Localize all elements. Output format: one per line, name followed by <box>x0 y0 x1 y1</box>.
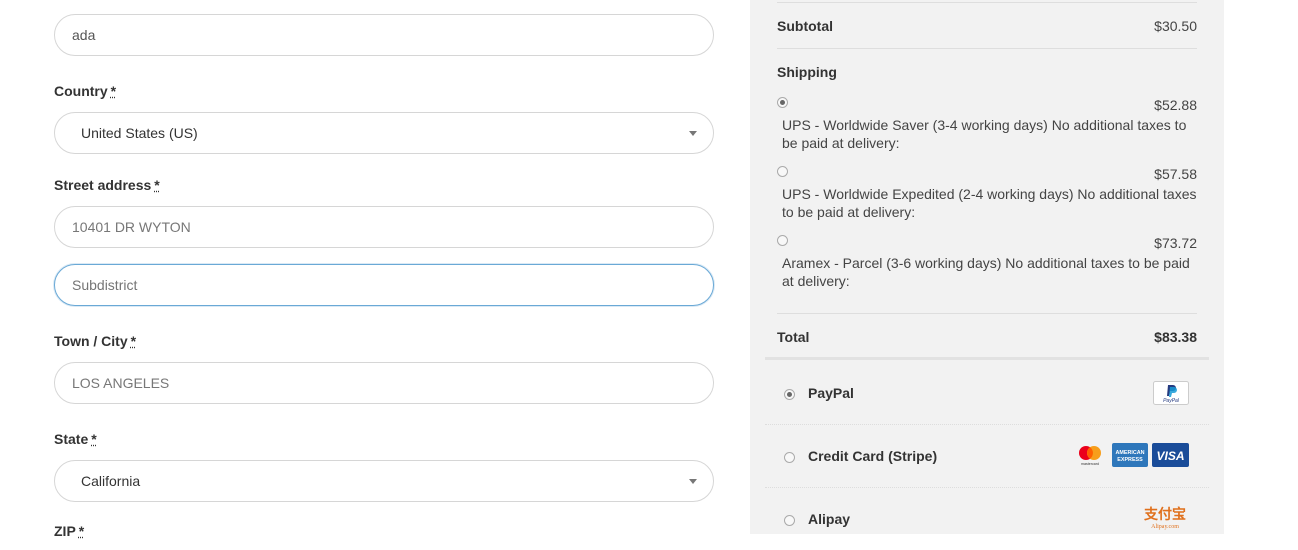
divider <box>777 2 1197 3</box>
card-logos: mastercard AMERICAN EXPRESS VISA <box>1072 443 1189 467</box>
shipping-description: UPS - Worldwide Saver (3-4 working days)… <box>782 117 1187 151</box>
state-select[interactable]: California <box>54 460 714 502</box>
subtotal-value: $30.50 <box>1154 18 1197 34</box>
billing-form: Country* United States (US) Street addre… <box>54 0 716 539</box>
payment-radio[interactable] <box>784 452 795 463</box>
shipping-radio[interactable] <box>777 97 788 108</box>
subtotal-row: Subtotal $30.50 <box>777 18 1197 34</box>
visa-logo-icon: VISA <box>1152 443 1189 467</box>
svg-text:Alipay.com: Alipay.com <box>1151 524 1179 530</box>
required-mark: * <box>130 333 137 349</box>
city-input[interactable] <box>54 362 714 404</box>
company-name-input[interactable] <box>54 14 714 56</box>
required-mark: * <box>110 83 117 99</box>
payment-label: Credit Card (Stripe) <box>808 448 938 464</box>
street-address-label: Street address * <box>54 177 160 193</box>
chevron-down-icon <box>689 131 697 136</box>
total-label: Total <box>777 329 810 345</box>
svg-text:PayPal: PayPal <box>1163 398 1180 404</box>
chevron-down-icon <box>689 479 697 484</box>
payment-label: Alipay <box>808 511 851 527</box>
payment-radio[interactable] <box>784 389 795 400</box>
svg-text:支付宝: 支付宝 <box>1143 506 1186 523</box>
svg-text:mastercard: mastercard <box>1081 462 1099 466</box>
amex-logo-icon: AMERICAN EXPRESS <box>1112 443 1148 467</box>
shipping-description: UPS - Worldwide Expedited (2-4 working d… <box>782 186 1197 220</box>
total-row: Total $83.38 <box>777 329 1197 345</box>
shipping-radio[interactable] <box>777 166 788 177</box>
required-mark: * <box>78 523 85 539</box>
payment-method-stripe[interactable]: Credit Card (Stripe) mastercard AMERICAN… <box>765 425 1209 488</box>
svg-text:VISA: VISA <box>1156 449 1184 463</box>
paypal-logo: PayPal <box>1153 381 1189 405</box>
state-select-value: California <box>81 473 141 489</box>
total-value: $83.38 <box>1154 329 1197 345</box>
divider <box>765 357 1209 360</box>
alipay-logo-icon: 支付宝 Alipay.com <box>1143 506 1186 530</box>
payment-radio[interactable] <box>784 515 795 526</box>
subtotal-label: Subtotal <box>777 18 833 34</box>
country-select-value: United States (US) <box>81 125 198 141</box>
zip-label: ZIP * <box>54 523 85 539</box>
subdistrict-input[interactable] <box>54 264 714 306</box>
order-summary: Subtotal $30.50 Shipping $52.88 UPS - Wo… <box>750 0 1224 534</box>
required-mark: * <box>154 177 160 193</box>
svg-text:AMERICAN: AMERICAN <box>1115 450 1144 456</box>
divider <box>777 48 1197 49</box>
shipping-heading: Shipping <box>777 64 1197 80</box>
shipping-price: $57.58 <box>1154 166 1197 182</box>
shipping-radio[interactable] <box>777 235 788 246</box>
alipay-logo: 支付宝 Alipay.com <box>1141 504 1189 530</box>
shipping-price: $52.88 <box>1154 97 1197 113</box>
shipping-description: Aramex - Parcel (3-6 working days) No ad… <box>782 255 1190 289</box>
mastercard-logo-icon: mastercard <box>1079 446 1101 466</box>
payment-method-alipay[interactable]: Alipay 支付宝 Alipay.com <box>765 488 1209 550</box>
svg-text:EXPRESS: EXPRESS <box>1117 457 1143 463</box>
shipping-price: $73.72 <box>1154 235 1197 251</box>
country-label: Country * <box>54 83 117 99</box>
payment-method-paypal[interactable]: PayPal PayPal <box>765 362 1209 425</box>
street-address-input[interactable] <box>54 206 714 248</box>
required-mark: * <box>91 431 97 447</box>
payment-label: PayPal <box>808 385 854 401</box>
city-label: Town / City * <box>54 333 137 349</box>
shipping-label: Shipping <box>777 64 837 80</box>
divider <box>777 313 1197 314</box>
paypal-logo-icon: PayPal <box>1153 381 1189 405</box>
state-label: State * <box>54 431 97 447</box>
country-select[interactable]: United States (US) <box>54 112 714 154</box>
